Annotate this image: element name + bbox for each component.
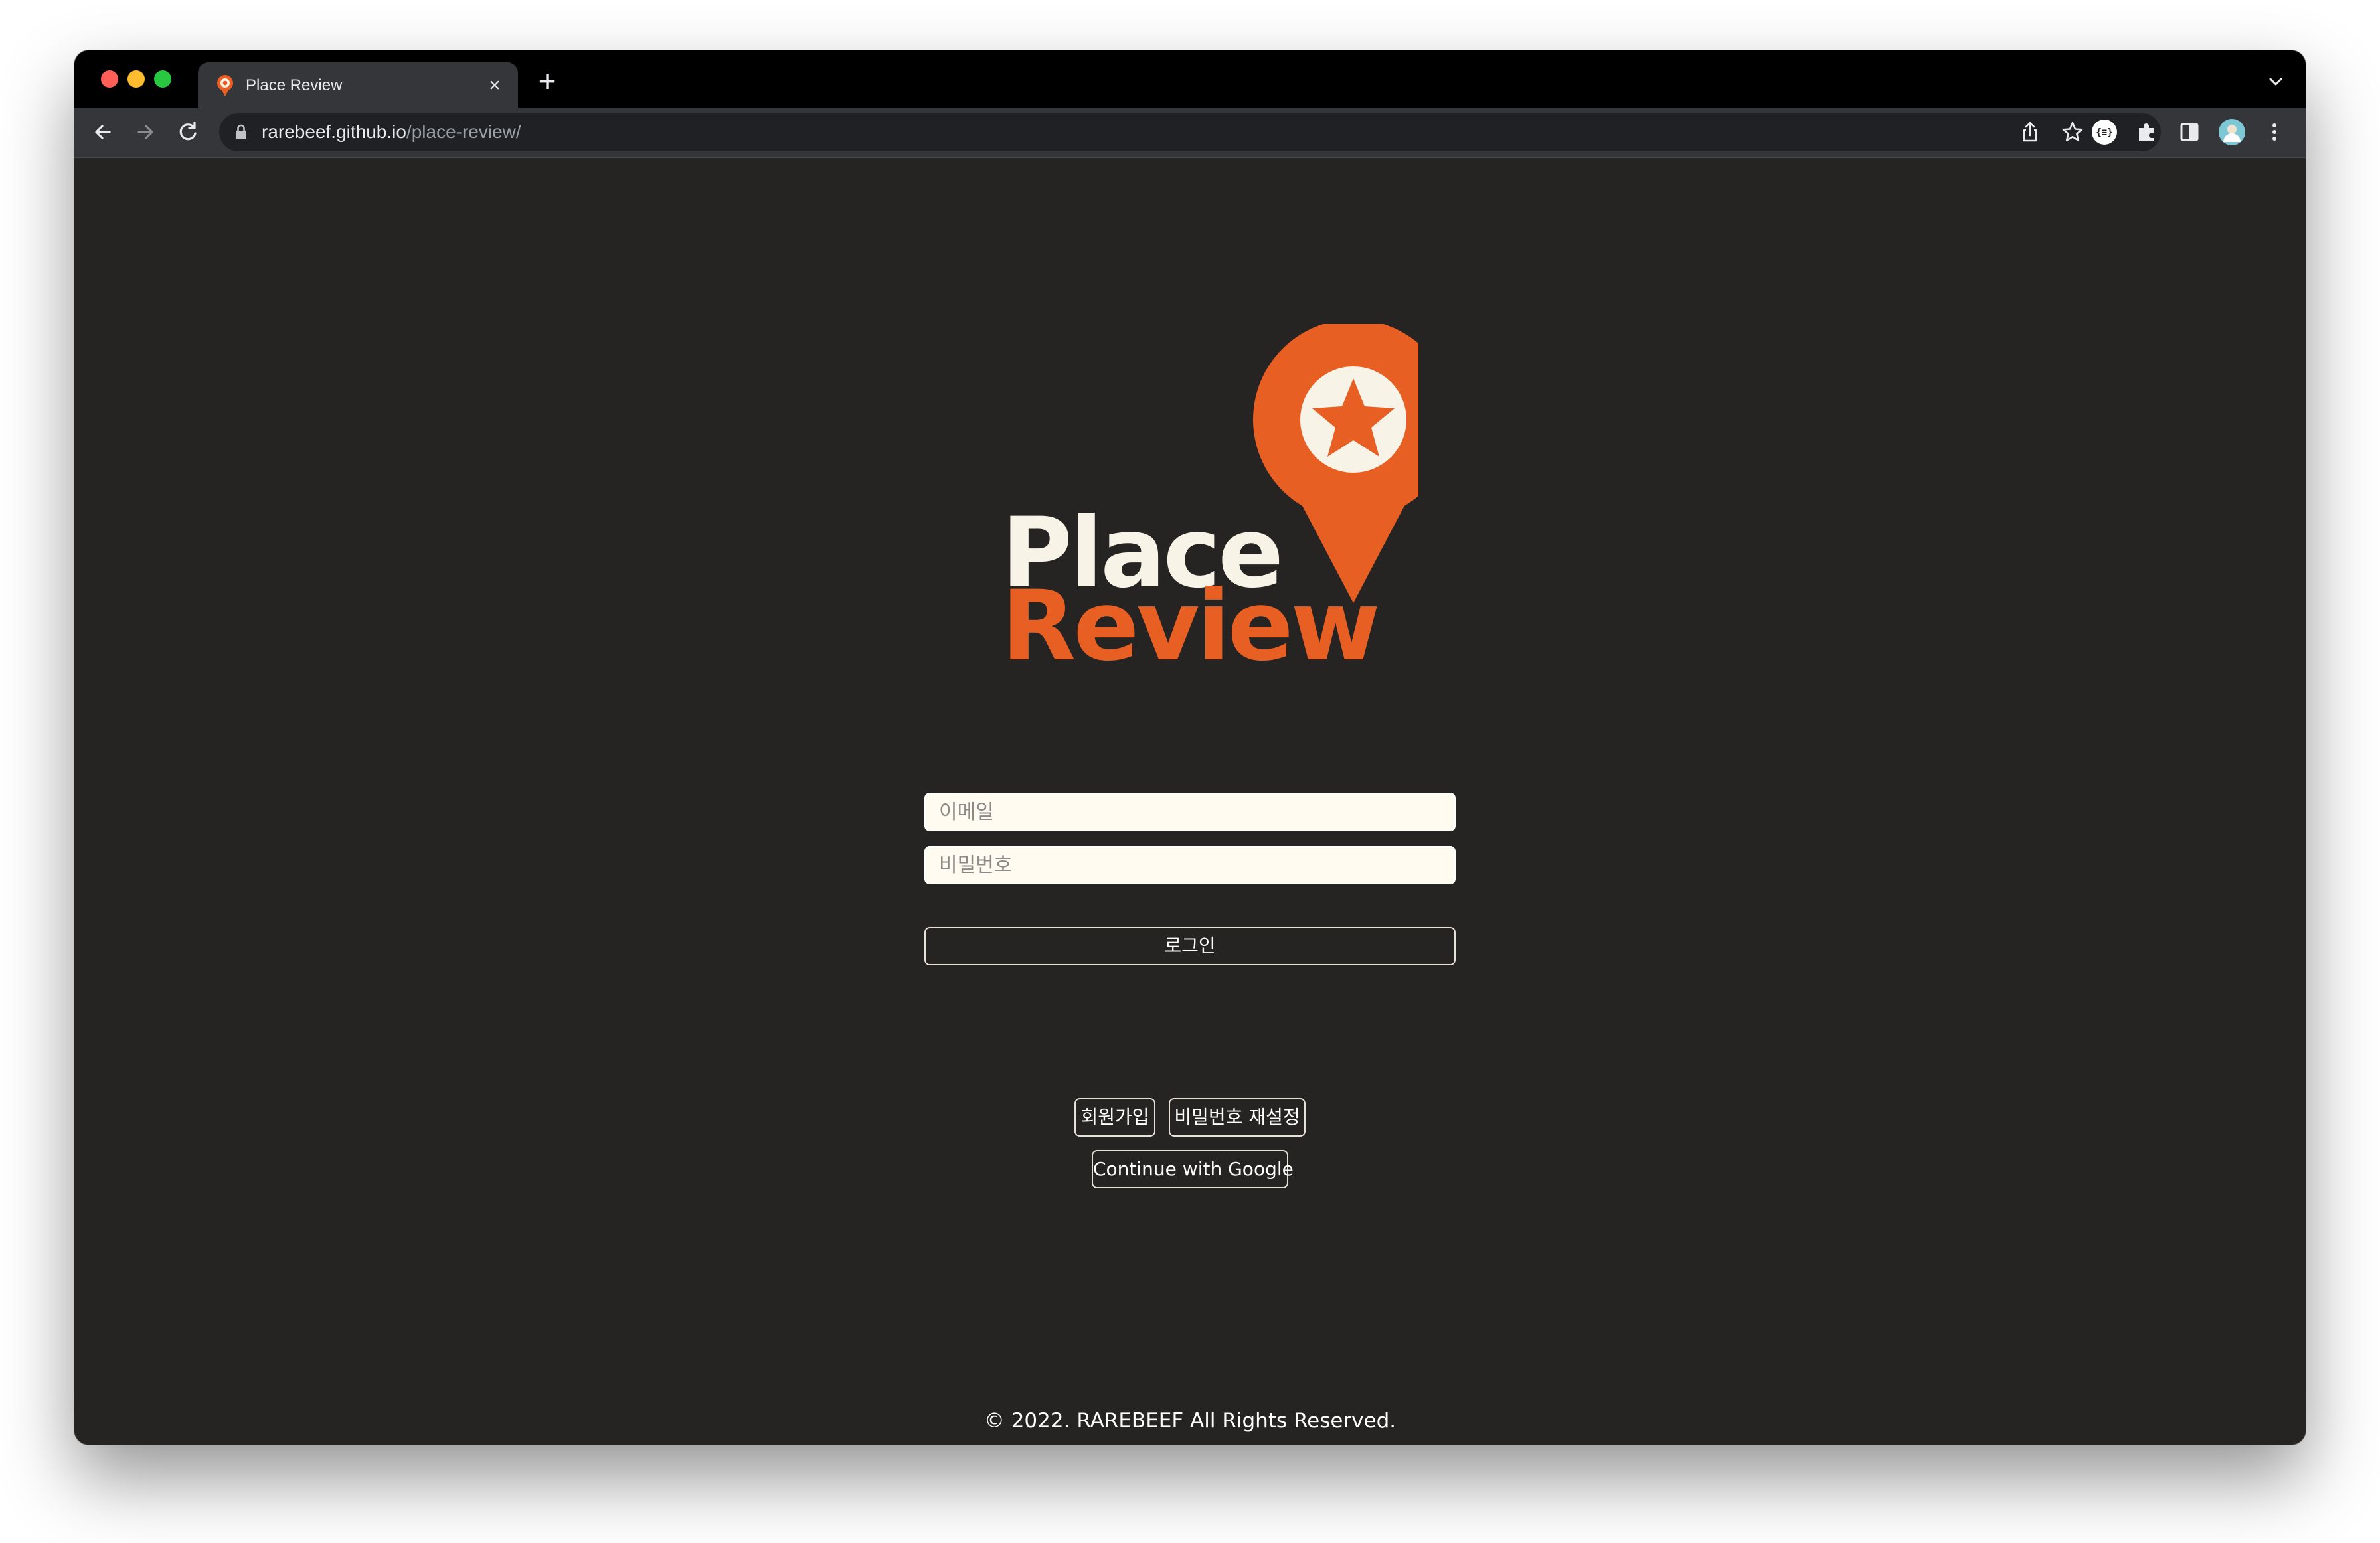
- browser-window: Place Review × + rarebeef.github.io/plac…: [74, 50, 2306, 1445]
- footer-copyright: © 2022. RAREBEEF All Rights Reserved.: [983, 1409, 1397, 1433]
- password-input[interactable]: [924, 846, 1456, 884]
- browser-toolbar: rarebeef.github.io/place-review/ {≡}: [74, 108, 2306, 158]
- page-content: Place Review 로그인 회원가입 비밀번호 재설정 Continue …: [74, 158, 2306, 1445]
- forward-arrow-icon[interactable]: [131, 118, 159, 146]
- url-text: rarebeef.github.io/place-review/: [262, 121, 521, 143]
- login-button[interactable]: 로그인: [924, 927, 1456, 965]
- bookmark-star-icon[interactable]: [2060, 120, 2085, 145]
- profile-avatar-icon[interactable]: [2218, 118, 2246, 146]
- extension-badge-icon[interactable]: {≡}: [2090, 118, 2118, 146]
- tab-search-chevron-icon[interactable]: [2264, 70, 2287, 93]
- tab-title: Place Review: [246, 76, 343, 94]
- url-path: /place-review/: [406, 122, 521, 142]
- logo-word-review: Review: [1001, 570, 1381, 683]
- extensions-puzzle-icon[interactable]: [2133, 118, 2161, 146]
- reset-password-button[interactable]: 비밀번호 재설정: [1169, 1098, 1306, 1137]
- tab-strip: Place Review × +: [74, 50, 2306, 108]
- svg-text:{≡}: {≡}: [2096, 127, 2112, 138]
- close-window-button[interactable]: [101, 70, 118, 88]
- new-tab-button[interactable]: +: [534, 66, 560, 96]
- signup-button[interactable]: 회원가입: [1074, 1098, 1155, 1137]
- minimize-window-button[interactable]: [128, 70, 145, 88]
- side-panel-icon[interactable]: [2175, 118, 2203, 146]
- menu-kebab-icon[interactable]: [2260, 118, 2288, 146]
- address-bar[interactable]: rarebeef.github.io/place-review/: [219, 113, 2161, 151]
- url-host: rarebeef.github.io: [262, 122, 406, 142]
- tab-close-icon[interactable]: ×: [485, 76, 505, 96]
- google-signin-button[interactable]: Continue with Google: [1092, 1150, 1294, 1188]
- lock-icon: [236, 124, 246, 139]
- reload-icon[interactable]: [174, 118, 202, 146]
- place-review-favicon-icon: [217, 75, 233, 96]
- share-icon[interactable]: [2017, 120, 2043, 145]
- email-input[interactable]: [924, 793, 1456, 831]
- tab-place-review[interactable]: Place Review ×: [198, 62, 518, 108]
- maximize-window-button[interactable]: [154, 70, 171, 88]
- back-arrow-icon[interactable]: [89, 118, 117, 146]
